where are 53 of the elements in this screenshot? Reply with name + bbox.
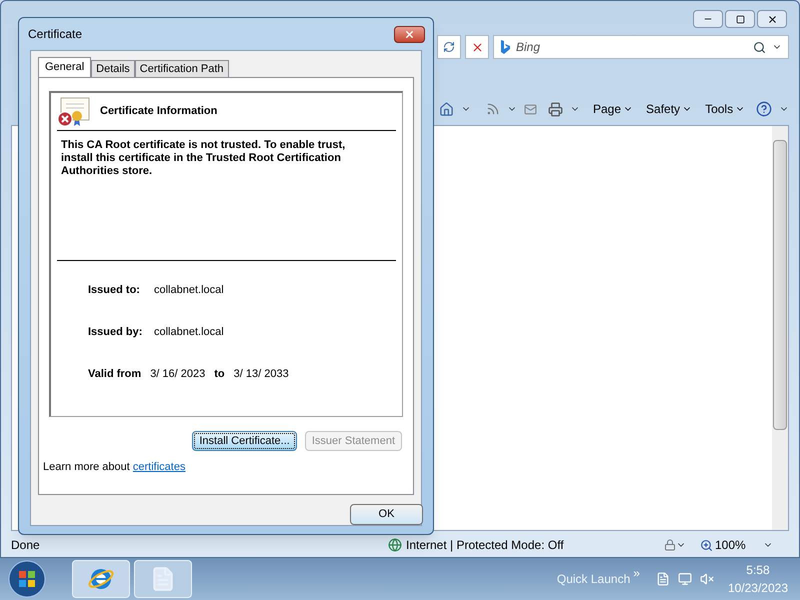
- quick-launch-label: Quick Launch: [556, 571, 630, 588]
- home-icon[interactable]: [439, 102, 454, 116]
- command-menu[interactable]: Tools: [705, 100, 746, 118]
- field-value: collabnet.local: [154, 282, 224, 298]
- search-field[interactable]: Bing: [493, 35, 789, 59]
- tab[interactable]: Details: [91, 60, 135, 77]
- printer-icon[interactable]: [548, 102, 563, 116]
- security-zone: Internet | Protected Mode: Off: [406, 537, 565, 554]
- command-menu[interactable]: Page: [593, 100, 634, 118]
- field-value: 3/ 16/ 2023: [150, 366, 206, 382]
- field-label: Issued by:: [88, 324, 144, 340]
- scrollbar-thumb[interactable]: [773, 140, 787, 430]
- section-heading: Certificate Information: [100, 104, 218, 120]
- dialog-title: Certificate: [28, 26, 84, 43]
- volume-muted-icon[interactable]: [700, 572, 714, 586]
- zoom-level[interactable]: 100%: [715, 536, 763, 554]
- network-icon[interactable]: [678, 572, 692, 586]
- search-icon[interactable]: [753, 40, 766, 54]
- certificates-link[interactable]: certificates: [132, 461, 186, 473]
- vertical-scrollbar[interactable]: [772, 126, 788, 530]
- field-value: collabnet.local: [154, 324, 224, 340]
- tab[interactable]: General: [38, 57, 92, 77]
- maximize-icon: [736, 14, 744, 24]
- help-icon[interactable]: [756, 101, 772, 117]
- stop-icon: [470, 40, 484, 54]
- trust-message: This CA Root certificate is not trusted. To enable trust, install this certificate in the Trusted Root Certification Authorities store.: [57, 131, 396, 261]
- status-text: Done: [11, 537, 40, 554]
- stop-button[interactable]: [465, 35, 489, 59]
- refresh-button[interactable]: [437, 35, 461, 59]
- ok-button[interactable]: OK: [350, 504, 423, 525]
- field-label: to: [214, 366, 225, 382]
- field-value: 3/ 13/ 2033: [234, 366, 289, 382]
- feed-icon[interactable]: [486, 102, 500, 116]
- certificate-icon: [57, 96, 91, 126]
- globe-icon: [388, 538, 402, 552]
- bing-logo-icon: [500, 40, 510, 54]
- close-button[interactable]: [757, 10, 787, 28]
- learn-more-text: Learn more about certificates: [43, 460, 186, 475]
- tab[interactable]: Certification Path: [134, 60, 229, 77]
- command-menu[interactable]: Safety: [646, 100, 692, 118]
- search-input[interactable]: Bing: [516, 38, 747, 56]
- field-label: Issued to:: [88, 282, 141, 298]
- maximize-button[interactable]: [725, 10, 755, 28]
- close-button[interactable]: [394, 26, 425, 42]
- refresh-icon: [443, 41, 455, 53]
- action-button[interactable]: Install Certificate...: [192, 431, 297, 451]
- start-button[interactable]: [8, 560, 46, 598]
- lock-icon[interactable]: [664, 539, 676, 551]
- taskbar-browser-button[interactable]: [72, 560, 130, 598]
- zoom-icon[interactable]: [700, 538, 713, 552]
- close-icon: [766, 14, 778, 24]
- field-label: Valid from: [88, 366, 142, 382]
- close-icon: [404, 28, 415, 40]
